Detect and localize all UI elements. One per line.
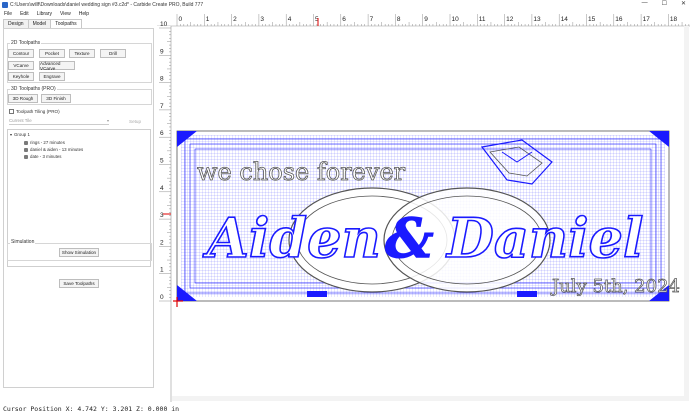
tree-group-row[interactable]: ▾ Group 1 xyxy=(10,132,30,137)
save-toolpaths-button[interactable]: Save Toolpaths xyxy=(59,279,99,288)
3d-rough-button[interactable]: 3D Rough xyxy=(8,94,38,103)
toolpath-tiling-label: Toolpath Tiling (PRO) xyxy=(16,109,60,114)
app-icon xyxy=(2,1,8,8)
x-tick-label: 4 xyxy=(288,16,292,23)
menu-view[interactable]: View xyxy=(60,11,71,17)
simulation-title: Simulation xyxy=(10,239,36,245)
engrave-button[interactable]: Engrave xyxy=(39,72,65,81)
list-item[interactable]: daniel & aiden - 13 minutes xyxy=(24,147,83,152)
close-button[interactable]: ✕ xyxy=(681,0,686,7)
y-tick-label: 3 xyxy=(160,212,164,219)
y-tick-label: 6 xyxy=(160,130,164,137)
toolpaths-panel: 2D Toolpaths Contour Pocket Texture Dril… xyxy=(3,28,154,388)
y-tick-label: 8 xyxy=(160,76,164,83)
setup-button[interactable]: Setup xyxy=(129,119,141,124)
status-bar: Cursor Position X: 4.742 Y: 3.201 Z: 0.0… xyxy=(3,404,180,413)
x-tick-label: 13 xyxy=(533,16,541,23)
x-tick-label: 12 xyxy=(506,16,514,23)
menu-file[interactable]: File xyxy=(4,11,12,17)
3d-finish-button[interactable]: 3D Finish xyxy=(41,94,71,103)
x-tick-label: 16 xyxy=(615,16,623,23)
show-simulation-button[interactable]: Show Simulation xyxy=(59,248,99,257)
x-tick-label: 1 xyxy=(206,16,210,23)
toolpath-tiling-checkbox[interactable] xyxy=(9,109,14,114)
drill-button[interactable]: Drill xyxy=(100,49,126,58)
y-tick-label: 10 xyxy=(160,21,168,28)
toolpath-label: daniel & aiden - 13 minutes xyxy=(30,147,84,152)
x-tick-label: 7 xyxy=(370,16,374,23)
toolpath-icon xyxy=(24,154,28,159)
list-item[interactable]: rings - 27 minutes xyxy=(24,140,65,145)
maximize-button[interactable]: ☐ xyxy=(662,0,667,7)
menu-help[interactable]: Help xyxy=(79,11,89,17)
chevron-down-icon: ▾ xyxy=(106,118,109,123)
vcarve-button[interactable]: VCarve xyxy=(8,61,34,70)
contour-button[interactable]: Contour xyxy=(8,49,34,58)
x-tick-label: 15 xyxy=(588,16,596,23)
toolpath-icon xyxy=(24,147,28,152)
collapse-icon[interactable]: ▾ xyxy=(10,132,12,137)
title-bar: C:\Users\willf\Downloads\daniel wedding … xyxy=(0,0,690,9)
y-tick-label: 0 xyxy=(160,294,164,301)
tab-design[interactable]: Design xyxy=(3,19,29,28)
x-tick-label: 6 xyxy=(342,16,346,23)
toolpaths-3d-title: 3D Toolpaths (PRO) xyxy=(10,86,57,92)
ampersand: & xyxy=(385,206,434,270)
y-tick-label: 1 xyxy=(160,267,164,274)
pocket-button[interactable]: Pocket xyxy=(39,49,65,58)
current-tile-label: Current Tile xyxy=(9,118,32,123)
window-title: C:\Users\willf\Downloads\daniel wedding … xyxy=(10,1,204,8)
menu-edit[interactable]: Edit xyxy=(20,11,29,17)
keyhole-button[interactable]: Keyhole xyxy=(8,72,34,81)
x-tick-label: 9 xyxy=(424,16,428,23)
vertical-scrollbar[interactable] xyxy=(684,26,689,401)
x-tick-label: 11 xyxy=(479,16,486,23)
toolpath-label: rings - 27 minutes xyxy=(30,140,65,145)
x-tick-label: 3 xyxy=(260,16,264,23)
top-text: we chose forever xyxy=(197,158,406,186)
workpiece: we chose forever Aiden & Daniel July 5th… xyxy=(176,130,680,302)
toolpath-label: date - 3 minutes xyxy=(30,154,62,159)
x-tick-label: 18 xyxy=(670,16,678,23)
toolpaths-2d-title: 2D Toolpaths xyxy=(10,40,42,46)
window-controls: — ☐ ✕ xyxy=(642,0,686,7)
y-tick-label: 2 xyxy=(160,239,164,246)
x-tick-label: 17 xyxy=(643,16,651,23)
advanced-vcarve-button[interactable]: Advanced VCarve xyxy=(39,61,75,71)
name-right: Daniel xyxy=(445,206,643,270)
list-item[interactable]: date - 3 minutes xyxy=(24,154,61,159)
x-tick-label: 0 xyxy=(179,16,183,23)
toolpath-icon xyxy=(24,140,28,145)
current-tile-dropdown[interactable]: Current Tile ▾ xyxy=(9,117,109,125)
tab-model[interactable]: Model xyxy=(27,19,52,28)
x-tick-label: 14 xyxy=(561,16,569,23)
y-tick-label: 7 xyxy=(160,103,164,110)
menu-library[interactable]: Library xyxy=(37,11,52,17)
y-tick-label: 4 xyxy=(160,185,164,192)
y-tick-label: 9 xyxy=(160,48,164,55)
x-tick-label: 2 xyxy=(233,16,237,23)
texture-button[interactable]: Texture xyxy=(69,49,95,58)
group-label: Group 1 xyxy=(14,132,30,137)
tab-toolpaths[interactable]: Toolpaths xyxy=(50,19,82,28)
minimize-button[interactable]: — xyxy=(642,0,648,7)
canvas-svg[interactable]: 0 1 2 3 4 5 6 7 8 9 10 11 12 13 14 15 16 17 18 01234567891… xyxy=(157,12,690,402)
y-tick-label: 5 xyxy=(160,158,164,165)
mode-tabs: Design Model Toolpaths xyxy=(3,19,82,28)
horizontal-scrollbar[interactable] xyxy=(172,396,684,401)
name-left: Aiden xyxy=(202,206,381,270)
date-text: July 5th, 2024 xyxy=(550,276,680,297)
x-tick-label: 8 xyxy=(397,16,401,23)
x-tick-label: 10 xyxy=(452,16,460,23)
design-canvas[interactable]: 0 1 2 3 4 5 6 7 8 9 10 11 12 13 14 15 16 17 18 01234567891… xyxy=(157,12,690,402)
